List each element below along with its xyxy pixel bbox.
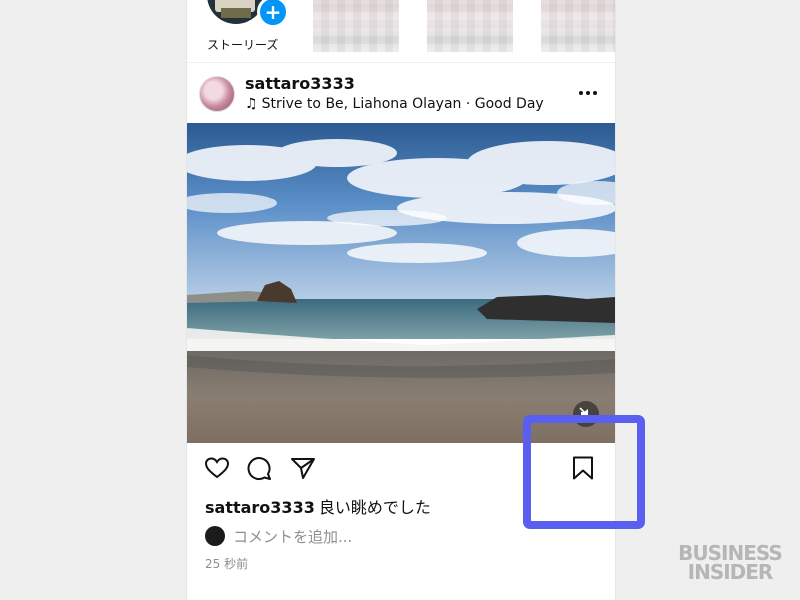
music-label: Strive to Be, Liahona Olayan · Good Day <box>261 96 544 112</box>
logo-line-2: INSIDER <box>687 560 774 584</box>
story-item-blurred[interactable] <box>313 0 399 52</box>
highlight-box <box>523 415 645 529</box>
your-story-label: ストーリーズ <box>207 38 279 52</box>
stories-tray: + ストーリーズ <box>187 0 615 63</box>
add-comment-row[interactable]: コメントを追加... <box>205 524 505 548</box>
caption-text: 良い眺めでした <box>318 498 431 517</box>
more-options-icon[interactable] <box>579 82 603 98</box>
post-photo[interactable] <box>187 123 615 443</box>
post-header: sattaro3333 ♫ Strive to Be, Liahona Olaya… <box>187 70 615 120</box>
music-info[interactable]: ♫ Strive to Be, Liahona Olayan · Good Day <box>245 96 544 112</box>
music-note-icon: ♫ <box>245 96 258 112</box>
beach-photo <box>187 123 615 443</box>
user-avatar[interactable] <box>199 76 235 112</box>
comment-icon[interactable] <box>245 454 273 482</box>
post-timestamp: 25 秒前 <box>205 557 249 571</box>
story-item-blurred[interactable] <box>541 0 615 52</box>
post-username[interactable]: sattaro3333 <box>245 74 355 93</box>
commenter-avatar <box>205 526 225 546</box>
post-caption: sattaro3333 良い眺めでした <box>205 494 431 518</box>
business-insider-logo: BUSINESS INSIDER <box>676 543 784 584</box>
like-icon[interactable] <box>203 454 231 482</box>
comment-input[interactable]: コメントを追加... <box>233 526 352 547</box>
caption-username[interactable]: sattaro3333 <box>205 498 315 517</box>
your-story[interactable]: + ストーリーズ <box>201 0 289 62</box>
story-item-blurred[interactable] <box>427 0 513 52</box>
plus-icon[interactable]: + <box>257 0 289 28</box>
share-icon[interactable] <box>289 454 317 482</box>
